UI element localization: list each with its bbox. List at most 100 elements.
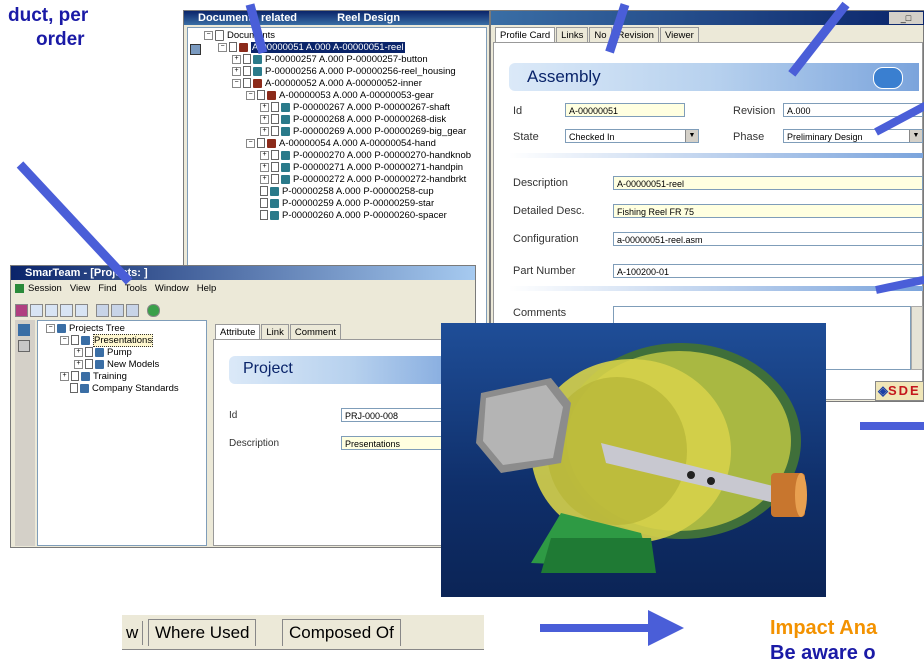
- chevron-down-icon[interactable]: ▼: [909, 130, 922, 142]
- tree-node-pump[interactable]: + Pump: [74, 347, 132, 359]
- menu-session[interactable]: Session: [28, 283, 62, 294]
- expand-icon[interactable]: +: [260, 162, 269, 172]
- globe-icon[interactable]: [147, 304, 160, 318]
- tree-node[interactable]: + P-00000256 A.000 P-00000256-reel_housin…: [232, 66, 456, 78]
- part-number-field[interactable]: A-100200-01: [613, 264, 923, 278]
- part-number-label: Part Number: [513, 265, 576, 277]
- tab-viewer[interactable]: Viewer: [659, 27, 699, 43]
- checkbox-icon[interactable]: [85, 347, 93, 358]
- app-icon: [15, 283, 24, 293]
- expand-icon[interactable]: +: [260, 126, 269, 136]
- tree-node[interactable]: + P-00000267 A.000 P-00000267-shaft: [260, 102, 450, 114]
- tree-node-training[interactable]: + Training: [60, 371, 127, 383]
- tree-node[interactable]: + P-00000271 A.000 P-00000271-handpin: [260, 162, 463, 174]
- checkbox-icon[interactable]: [85, 359, 93, 370]
- collapse-icon[interactable]: −: [246, 90, 255, 100]
- tree-node[interactable]: P-00000259 A.000 P-00000259-star: [260, 198, 434, 210]
- checkbox-icon[interactable]: [71, 335, 79, 346]
- search-advanced-icon[interactable]: [75, 304, 88, 318]
- expand-icon[interactable]: +: [232, 54, 241, 64]
- detailed-desc-field[interactable]: Fishing Reel FR 75: [613, 204, 923, 218]
- left-rail: [15, 320, 35, 546]
- tree-node[interactable]: + P-00000268 A.000 P-00000268-disk: [260, 114, 446, 126]
- phase-dropdown[interactable]: Preliminary Design ▼: [783, 129, 923, 143]
- lifecycle-checkbox-icon: [260, 186, 268, 197]
- tab-link[interactable]: Link: [261, 324, 289, 340]
- tile-icon[interactable]: [126, 304, 139, 318]
- expand-icon[interactable]: +: [260, 114, 269, 124]
- id-field[interactable]: A-00000051: [565, 103, 685, 117]
- checkbox-icon[interactable]: [70, 383, 78, 394]
- menu-help[interactable]: Help: [197, 283, 217, 294]
- expand-icon[interactable]: +: [74, 347, 83, 357]
- collapse-icon[interactable]: −: [60, 335, 69, 345]
- configuration-field[interactable]: a-00000051-reel.asm: [613, 232, 923, 246]
- split-vertical-icon[interactable]: [111, 304, 124, 318]
- part-icon: [281, 102, 290, 112]
- tree-node[interactable]: − A-00000054 A.000 A-00000054-hand: [246, 138, 436, 150]
- checkbox-icon[interactable]: [71, 371, 79, 382]
- collapse-icon[interactable]: −: [204, 31, 213, 40]
- tree-node[interactable]: − A-00000053 A.000 A-00000053-gear: [246, 90, 434, 102]
- collapse-icon[interactable]: −: [218, 42, 227, 52]
- tab-profile-card[interactable]: Profile Card: [495, 27, 556, 43]
- collapse-icon[interactable]: −: [46, 323, 55, 333]
- lifecycle-checkbox-icon: [260, 198, 268, 209]
- tab-composed-of[interactable]: Composed Of: [282, 619, 401, 646]
- projects-icon[interactable]: [18, 324, 30, 336]
- menu-view[interactable]: View: [70, 283, 90, 294]
- menu-window[interactable]: Window: [155, 283, 189, 294]
- tree-node-new-models[interactable]: + New Models: [74, 359, 159, 371]
- expand-icon[interactable]: +: [260, 102, 269, 112]
- part-icon: [270, 198, 279, 208]
- search-next-icon[interactable]: [45, 304, 58, 318]
- tree-node[interactable]: + P-00000269 A.000 P-00000269-big_gear: [260, 126, 466, 138]
- documents-icon[interactable]: [18, 340, 30, 352]
- chevron-down-icon[interactable]: ▼: [685, 130, 698, 142]
- tree-node-selected[interactable]: − A-00000051 A.000 A-00000051-reel: [218, 42, 405, 54]
- menu-find[interactable]: Find: [98, 283, 116, 294]
- window-controls[interactable]: _□: [889, 12, 923, 24]
- sde-badge: ◈SDE: [875, 381, 924, 401]
- lifecycle-checkbox-icon: [257, 138, 265, 149]
- tab-where-used[interactable]: Where Used: [148, 619, 257, 646]
- tree-node[interactable]: + P-00000270 A.000 P-00000270-handknob: [260, 150, 471, 162]
- projects-tree[interactable]: − Projects Tree − Presentations + Pump + New…: [37, 320, 207, 546]
- profile-tabs: Profile Card Links No Revision Viewer: [495, 27, 700, 43]
- smarteam-window: SmarTeam - [Projects: ] Session View Find T…: [10, 265, 476, 548]
- tab-comment[interactable]: Comment: [289, 324, 342, 340]
- edit-pencil-icon[interactable]: [190, 44, 201, 55]
- expand-icon[interactable]: +: [60, 371, 69, 381]
- description-field[interactable]: A-00000051-reel: [613, 176, 923, 190]
- expand-icon[interactable]: +: [232, 66, 241, 76]
- comments-scrollbar[interactable]: [911, 306, 923, 370]
- tab-partial[interactable]: w: [122, 621, 144, 645]
- expand-icon[interactable]: +: [260, 150, 269, 160]
- expand-icon[interactable]: +: [260, 174, 269, 184]
- tree-node[interactable]: − A-00000052 A.000 A-00000052-inner: [232, 78, 422, 90]
- cube-icon[interactable]: [15, 304, 28, 318]
- id-label: Id: [513, 105, 523, 117]
- collapse-icon[interactable]: −: [246, 138, 255, 148]
- expand-icon[interactable]: +: [74, 359, 83, 369]
- tab-links[interactable]: Links: [556, 27, 589, 43]
- menu-tools[interactable]: Tools: [125, 283, 147, 294]
- smarteam-toolbar: [15, 302, 162, 320]
- state-dropdown[interactable]: Checked In ▼: [565, 129, 699, 143]
- tree-node[interactable]: + P-00000257 A.000 P-00000257-button: [232, 54, 428, 66]
- tab-attribute[interactable]: Attribute: [215, 324, 261, 340]
- tree-node[interactable]: P-00000260 A.000 P-00000260-spacer: [260, 210, 447, 222]
- tree-node[interactable]: P-00000258 A.000 P-00000258-cup: [260, 186, 434, 198]
- tree-node-presentations[interactable]: − Presentations: [60, 334, 154, 347]
- arrow-line: [860, 422, 924, 430]
- tree-node-company-standards[interactable]: Company Standards: [70, 383, 179, 395]
- assembly-icon: [267, 90, 276, 100]
- detailed-desc-label: Detailed Desc.: [513, 205, 585, 217]
- lifecycle-checkbox-icon: [243, 54, 251, 65]
- tree-node[interactable]: + P-00000272 A.000 P-00000272-handbrkt: [260, 174, 466, 186]
- collapse-icon[interactable]: −: [232, 78, 241, 88]
- split-horizontal-icon[interactable]: [96, 304, 109, 318]
- assembly-icon: [239, 42, 248, 52]
- search-icon[interactable]: [30, 304, 43, 318]
- search-prev-icon[interactable]: [60, 304, 73, 318]
